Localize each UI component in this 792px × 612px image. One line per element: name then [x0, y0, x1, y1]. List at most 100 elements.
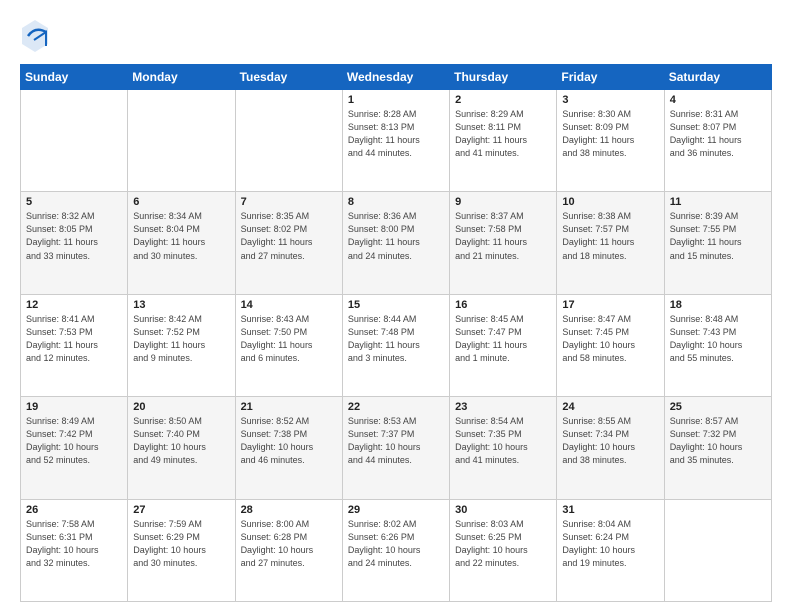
day-number: 31 [562, 504, 658, 516]
calendar-cell: 16 Sunrise: 8:45 AM Sunset: 7:47 PM Dayli… [450, 294, 557, 396]
day-info: Sunrise: 8:39 AM Sunset: 7:55 PM Dayligh… [670, 210, 766, 262]
day-number: 18 [670, 299, 766, 311]
day-number: 21 [241, 401, 337, 413]
calendar-cell [664, 499, 771, 601]
day-info: Sunrise: 8:49 AM Sunset: 7:42 PM Dayligh… [26, 415, 122, 467]
day-number: 5 [26, 196, 122, 208]
calendar-cell: 27Sunrise: 7:59 AM Sunset: 6:29 PM Dayli… [128, 499, 235, 601]
calendar-cell: 15Sunrise: 8:44 AM Sunset: 7:48 PM Dayli… [342, 294, 449, 396]
day-number: 1 [348, 94, 444, 106]
calendar-cell: 18 Sunrise: 8:48 AM Sunset: 7:43 PM Dayli… [664, 294, 771, 396]
day-info: Sunrise: 8:34 AM Sunset: 8:04 PM Dayligh… [133, 210, 229, 262]
calendar-cell: 31 Sunrise: 8:04 AM Sunset: 6:24 PM Dayli… [557, 499, 664, 601]
calendar-cell: 24 Sunrise: 8:55 AM Sunset: 7:34 PM Dayli… [557, 397, 664, 499]
calendar-cell: 14 Sunrise: 8:43 AM Sunset: 7:50 PM Dayli… [235, 294, 342, 396]
calendar-cell: 25 Sunrise: 8:57 AM Sunset: 7:32 PM Dayli… [664, 397, 771, 499]
day-info: Sunrise: 8:41 AM Sunset: 7:53 PM Dayligh… [26, 313, 122, 365]
day-info: Sunrise: 7:58 AM Sunset: 6:31 PM Dayligh… [26, 518, 122, 570]
weekday-header-sunday: Sunday [21, 65, 128, 90]
day-info: Sunrise: 8:00 AM Sunset: 6:28 PM Dayligh… [241, 518, 337, 570]
calendar-cell: 12 Sunrise: 8:41 AM Sunset: 7:53 PM Dayli… [21, 294, 128, 396]
day-number: 9 [455, 196, 551, 208]
calendar-cell: 30Sunrise: 8:03 AM Sunset: 6:25 PM Dayli… [450, 499, 557, 601]
day-number: 24 [562, 401, 658, 413]
calendar-cell: 29 Sunrise: 8:02 AM Sunset: 6:26 PM Dayli… [342, 499, 449, 601]
day-number: 10 [562, 196, 658, 208]
weekday-header-thursday: Thursday [450, 65, 557, 90]
day-info: Sunrise: 8:55 AM Sunset: 7:34 PM Dayligh… [562, 415, 658, 467]
week-row-3: 12 Sunrise: 8:41 AM Sunset: 7:53 PM Dayli… [21, 294, 772, 396]
day-info: Sunrise: 8:31 AM Sunset: 8:07 PM Dayligh… [670, 108, 766, 160]
calendar-table: SundayMondayTuesdayWednesdayThursdayFrid… [20, 64, 772, 602]
weekday-header-monday: Monday [128, 65, 235, 90]
day-info: Sunrise: 8:54 AM Sunset: 7:35 PM Dayligh… [455, 415, 551, 467]
day-info: Sunrise: 8:38 AM Sunset: 7:57 PM Dayligh… [562, 210, 658, 262]
weekday-header-tuesday: Tuesday [235, 65, 342, 90]
weekday-header-friday: Friday [557, 65, 664, 90]
day-number: 25 [670, 401, 766, 413]
day-number: 12 [26, 299, 122, 311]
calendar-cell: 5 Sunrise: 8:32 AM Sunset: 8:05 PM Daylig… [21, 192, 128, 294]
day-info: Sunrise: 8:48 AM Sunset: 7:43 PM Dayligh… [670, 313, 766, 365]
calendar-cell: 19 Sunrise: 8:49 AM Sunset: 7:42 PM Dayli… [21, 397, 128, 499]
day-info: Sunrise: 8:36 AM Sunset: 8:00 PM Dayligh… [348, 210, 444, 262]
day-number: 22 [348, 401, 444, 413]
calendar-cell: 13 Sunrise: 8:42 AM Sunset: 7:52 PM Dayli… [128, 294, 235, 396]
day-number: 23 [455, 401, 551, 413]
logo [20, 18, 54, 54]
day-number: 13 [133, 299, 229, 311]
day-info: Sunrise: 8:35 AM Sunset: 8:02 PM Dayligh… [241, 210, 337, 262]
week-row-2: 5 Sunrise: 8:32 AM Sunset: 8:05 PM Daylig… [21, 192, 772, 294]
page: SundayMondayTuesdayWednesdayThursdayFrid… [0, 0, 792, 612]
generalblue-logo-icon [20, 18, 50, 54]
day-info: Sunrise: 8:45 AM Sunset: 7:47 PM Dayligh… [455, 313, 551, 365]
day-info: Sunrise: 8:37 AM Sunset: 7:58 PM Dayligh… [455, 210, 551, 262]
day-number: 6 [133, 196, 229, 208]
calendar-cell: 11Sunrise: 8:39 AM Sunset: 7:55 PM Dayli… [664, 192, 771, 294]
day-info: Sunrise: 8:29 AM Sunset: 8:11 PM Dayligh… [455, 108, 551, 160]
calendar-cell [235, 90, 342, 192]
day-number: 8 [348, 196, 444, 208]
day-number: 20 [133, 401, 229, 413]
day-number: 16 [455, 299, 551, 311]
day-info: Sunrise: 8:43 AM Sunset: 7:50 PM Dayligh… [241, 313, 337, 365]
day-number: 3 [562, 94, 658, 106]
calendar-cell: 20Sunrise: 8:50 AM Sunset: 7:40 PM Dayli… [128, 397, 235, 499]
calendar-cell: 21Sunrise: 8:52 AM Sunset: 7:38 PM Dayli… [235, 397, 342, 499]
day-info: Sunrise: 8:02 AM Sunset: 6:26 PM Dayligh… [348, 518, 444, 570]
weekday-header-row: SundayMondayTuesdayWednesdayThursdayFrid… [21, 65, 772, 90]
calendar-cell: 28 Sunrise: 8:00 AM Sunset: 6:28 PM Dayli… [235, 499, 342, 601]
day-number: 29 [348, 504, 444, 516]
day-info: Sunrise: 8:57 AM Sunset: 7:32 PM Dayligh… [670, 415, 766, 467]
day-number: 27 [133, 504, 229, 516]
day-number: 4 [670, 94, 766, 106]
day-info: Sunrise: 8:42 AM Sunset: 7:52 PM Dayligh… [133, 313, 229, 365]
day-info: Sunrise: 8:03 AM Sunset: 6:25 PM Dayligh… [455, 518, 551, 570]
day-info: Sunrise: 8:04 AM Sunset: 6:24 PM Dayligh… [562, 518, 658, 570]
day-number: 26 [26, 504, 122, 516]
day-number: 7 [241, 196, 337, 208]
day-info: Sunrise: 8:53 AM Sunset: 7:37 PM Dayligh… [348, 415, 444, 467]
calendar-cell: 17Sunrise: 8:47 AM Sunset: 7:45 PM Dayli… [557, 294, 664, 396]
weekday-header-saturday: Saturday [664, 65, 771, 90]
day-info: Sunrise: 8:28 AM Sunset: 8:13 PM Dayligh… [348, 108, 444, 160]
calendar-cell: 1 Sunrise: 8:28 AM Sunset: 8:13 PM Daylig… [342, 90, 449, 192]
day-number: 2 [455, 94, 551, 106]
calendar-cell: 7 Sunrise: 8:35 AM Sunset: 8:02 PM Daylig… [235, 192, 342, 294]
calendar-cell [128, 90, 235, 192]
week-row-4: 19 Sunrise: 8:49 AM Sunset: 7:42 PM Dayli… [21, 397, 772, 499]
week-row-5: 26 Sunrise: 7:58 AM Sunset: 6:31 PM Dayli… [21, 499, 772, 601]
day-number: 28 [241, 504, 337, 516]
week-row-1: 1 Sunrise: 8:28 AM Sunset: 8:13 PM Daylig… [21, 90, 772, 192]
day-number: 19 [26, 401, 122, 413]
calendar-cell: 26 Sunrise: 7:58 AM Sunset: 6:31 PM Dayli… [21, 499, 128, 601]
calendar-cell: 8 Sunrise: 8:36 AM Sunset: 8:00 PM Daylig… [342, 192, 449, 294]
header [20, 18, 772, 54]
calendar-cell: 10 Sunrise: 8:38 AM Sunset: 7:57 PM Dayli… [557, 192, 664, 294]
calendar-cell [21, 90, 128, 192]
day-number: 14 [241, 299, 337, 311]
day-info: Sunrise: 8:47 AM Sunset: 7:45 PM Dayligh… [562, 313, 658, 365]
calendar-cell: 3Sunrise: 8:30 AM Sunset: 8:09 PM Daylig… [557, 90, 664, 192]
day-info: Sunrise: 8:32 AM Sunset: 8:05 PM Dayligh… [26, 210, 122, 262]
calendar-cell: 2 Sunrise: 8:29 AM Sunset: 8:11 PM Daylig… [450, 90, 557, 192]
